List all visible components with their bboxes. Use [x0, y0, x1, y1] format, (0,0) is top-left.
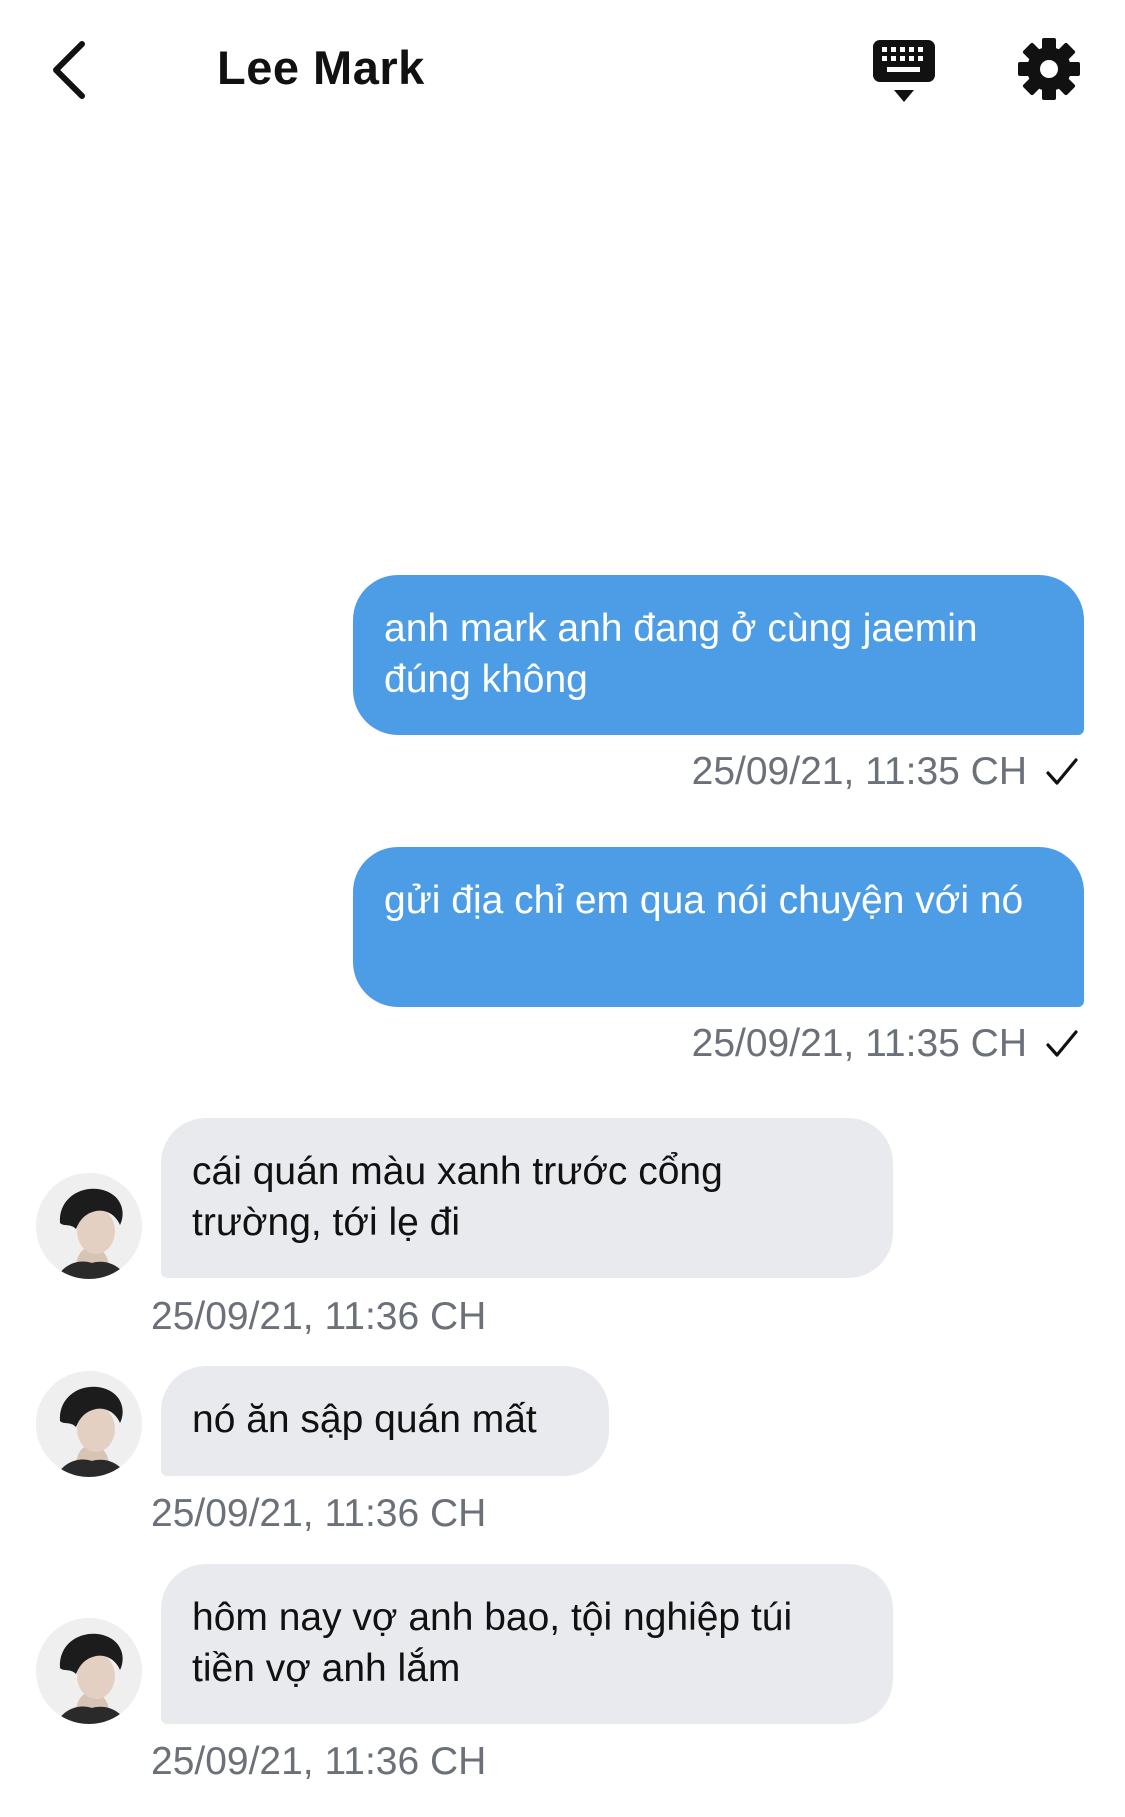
message-bubble-outgoing[interactable]: gửi địa chỉ em qua nói chuyện với nó [353, 847, 1084, 1007]
message-bubble-incoming[interactable]: hôm nay vợ anh bao, tội nghiệp túi tiền … [161, 1564, 893, 1724]
page-title: Lee Mark [217, 41, 425, 94]
chevron-left-icon [53, 41, 85, 99]
settings-button[interactable] [1014, 34, 1084, 104]
message-bubble-incoming[interactable]: nó ăn sập quán mất [161, 1366, 609, 1476]
avatar[interactable] [36, 1371, 142, 1477]
gear-icon [1018, 38, 1080, 100]
checkmark-icon [1046, 1030, 1078, 1057]
message-timestamp: 25/09/21, 11:36 CH [151, 1740, 487, 1783]
avatar[interactable] [36, 1173, 142, 1279]
message-timestamp: 25/09/21, 11:36 CH [151, 1492, 487, 1535]
message-timestamp: 25/09/21, 11:35 CH [692, 750, 1079, 794]
message-timestamp: 25/09/21, 11:36 CH [151, 1295, 487, 1338]
message-bubble-incoming[interactable]: cái quán màu xanh trước cổng trường, tới… [161, 1118, 893, 1278]
message-bubble-outgoing[interactable]: anh mark anh đang ở cùng jaemin đúng khô… [353, 575, 1084, 735]
keyboard-button[interactable] [868, 36, 940, 106]
back-button[interactable] [38, 34, 98, 106]
message-timestamp: 25/09/21, 11:35 CH [692, 1022, 1079, 1066]
keyboard-icon [873, 40, 935, 102]
checkmark-icon [1046, 758, 1078, 785]
timestamp-text: 25/09/21, 11:35 CH [691, 750, 1027, 793]
avatar-image [36, 1173, 142, 1279]
chat-header: Lee Mark [0, 0, 1125, 140]
timestamp-text: 25/09/21, 11:35 CH [691, 1022, 1027, 1065]
avatar[interactable] [36, 1618, 142, 1724]
avatar-image [36, 1618, 142, 1724]
avatar-image [36, 1371, 142, 1477]
